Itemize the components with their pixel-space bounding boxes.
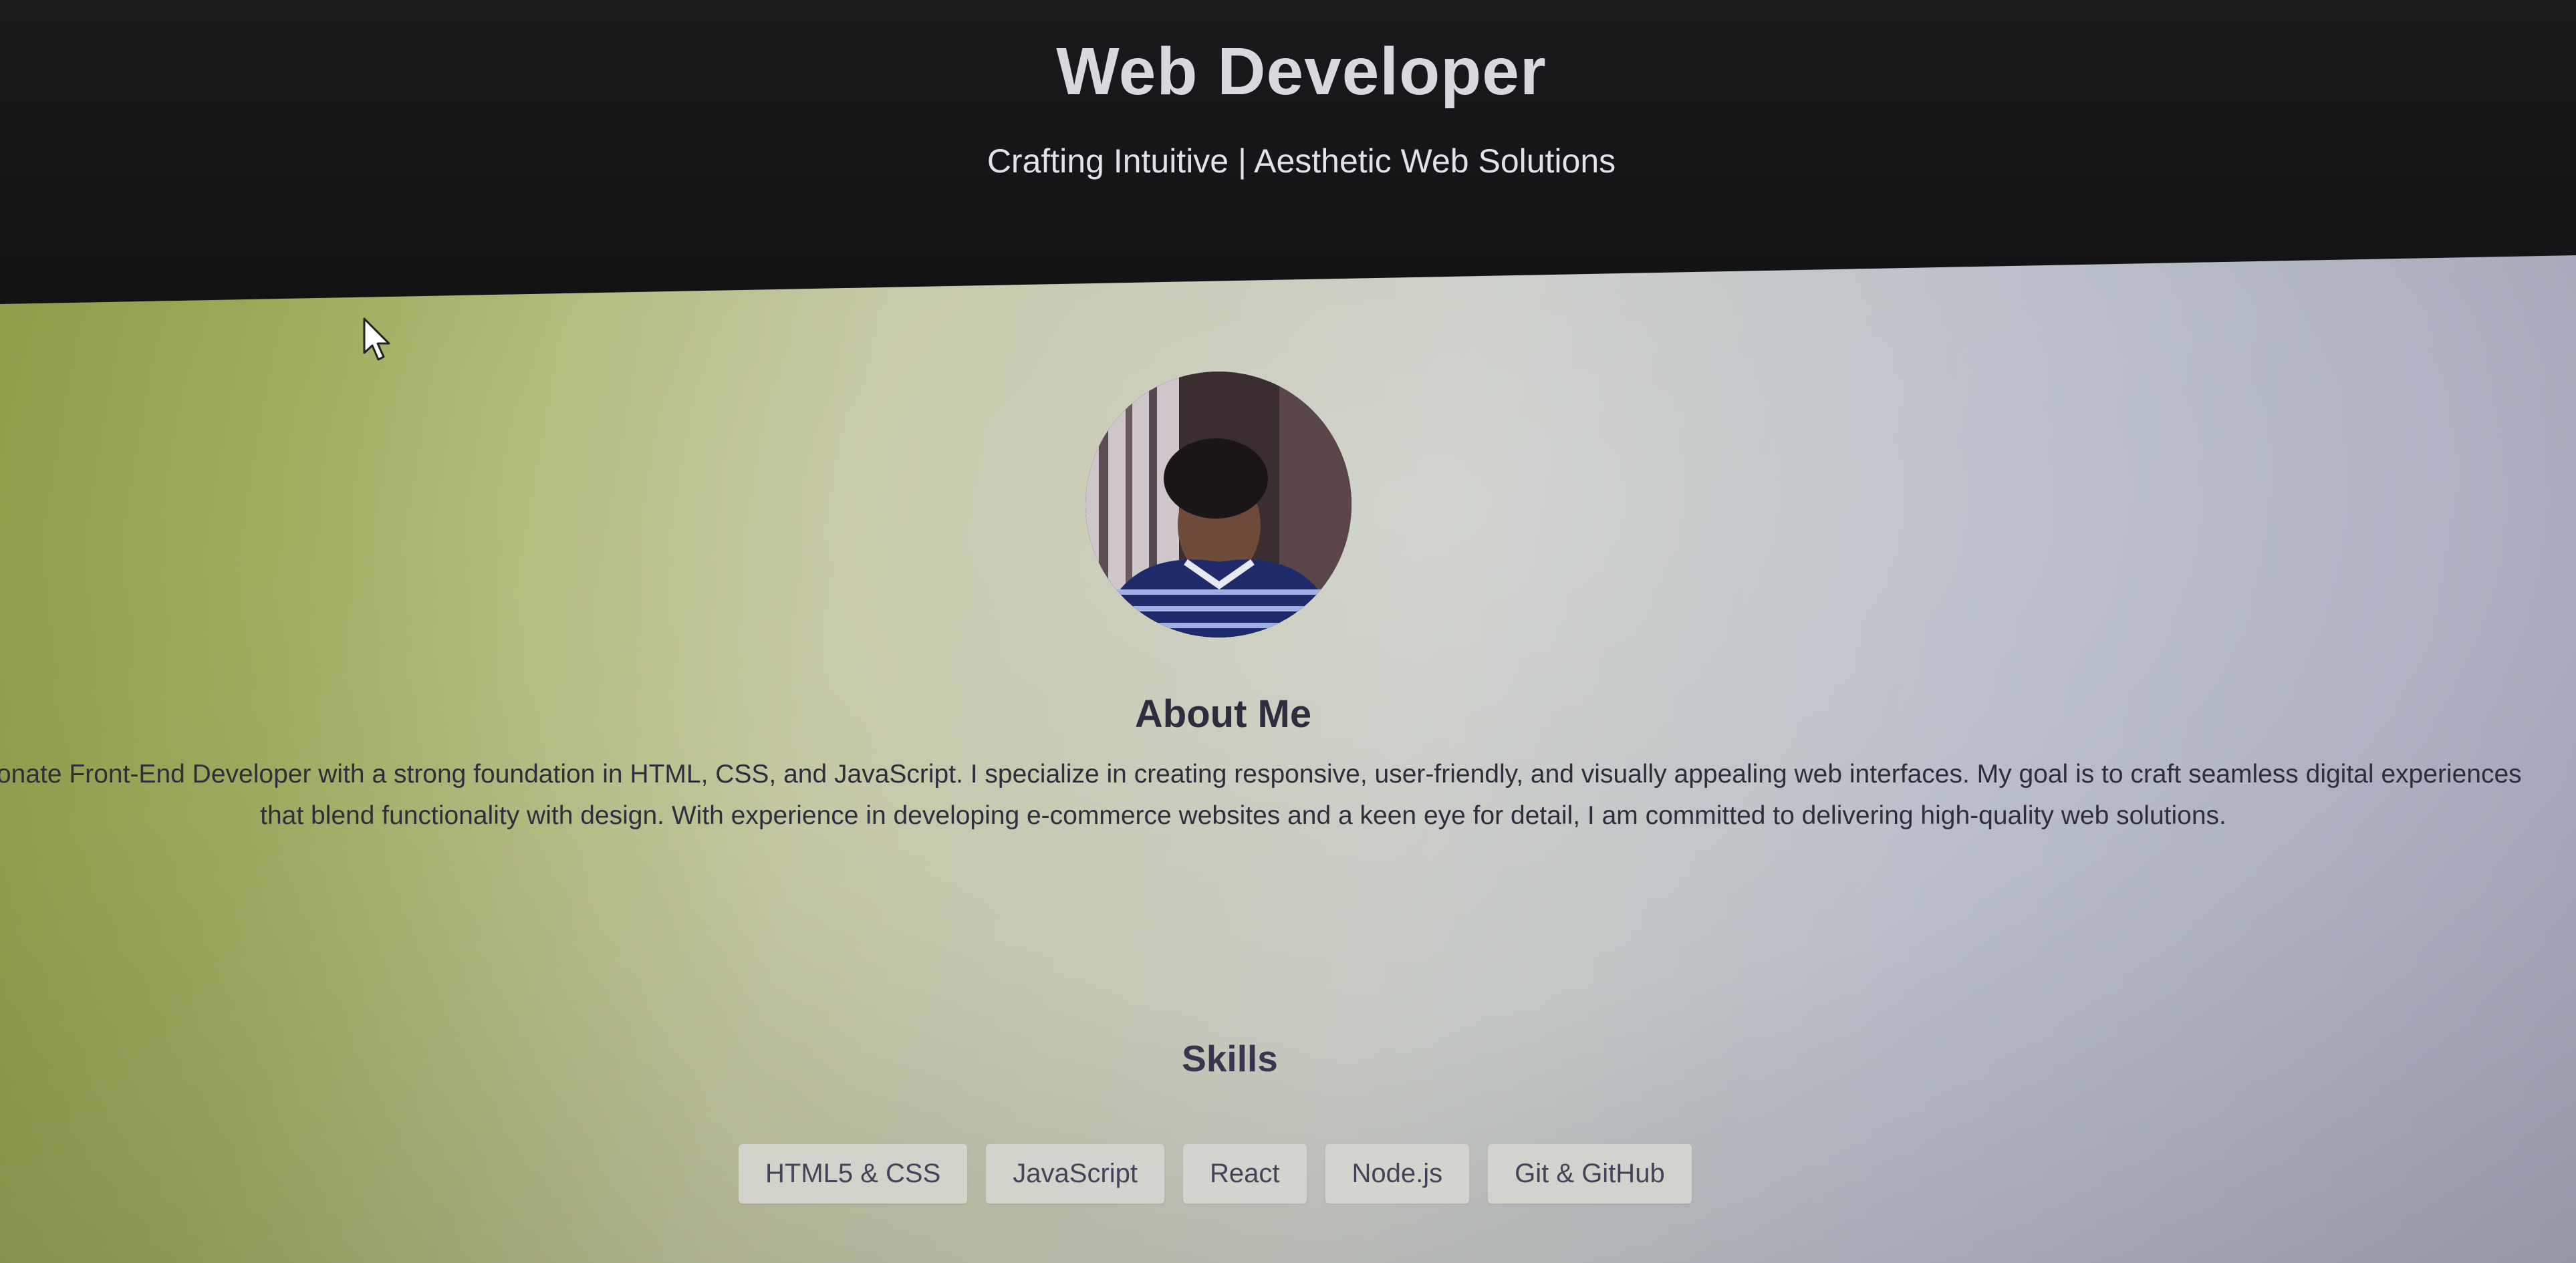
skill-chip-javascript: JavaScript — [986, 1144, 1165, 1204]
skills-heading: Skills — [1182, 1038, 1278, 1079]
mouse-cursor-icon — [363, 317, 390, 361]
about-paragraph: ssionate Front-End Developer with a stro… — [0, 760, 2522, 830]
profile-photo-image — [1085, 372, 1351, 638]
skill-chip-nodejs: Node.js — [1325, 1144, 1470, 1204]
site-header: Web Developer Crafting Intuitive | Aesth… — [0, 0, 2576, 304]
site-title: Web Developer — [1056, 34, 1547, 109]
site-tagline: Crafting Intuitive | Aesthetic Web Solut… — [987, 142, 1616, 180]
skills-list: HTML5 & CSS JavaScript React Node.js Git… — [739, 1144, 1692, 1204]
profile-photo — [1085, 372, 1351, 638]
about-heading: About Me — [1134, 692, 1312, 736]
skill-chip-react: React — [1183, 1144, 1307, 1204]
skill-chip-html-css: HTML5 & CSS — [739, 1144, 968, 1204]
skill-chip-git-github: Git & GitHub — [1488, 1144, 1692, 1204]
